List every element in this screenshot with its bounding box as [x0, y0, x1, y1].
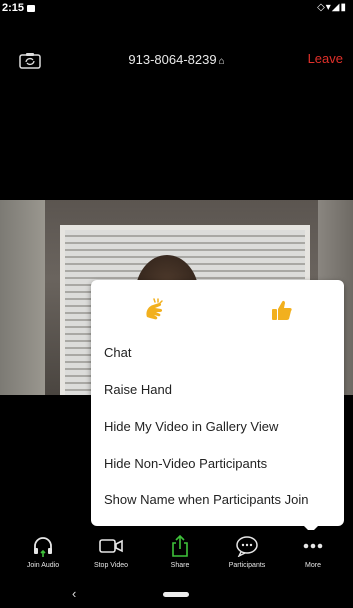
- join-audio-label: Join Audio: [26, 562, 60, 569]
- share-label: Share: [170, 562, 190, 569]
- notification-icon: [27, 5, 35, 12]
- meeting-top-bar: 913-8064-8239 ⌂ Leave: [0, 40, 353, 80]
- clap-reaction-button[interactable]: [138, 294, 172, 328]
- status-bar: 2:15 ◇▾◢▮: [0, 0, 353, 20]
- lock-icon: ⌂: [218, 56, 225, 67]
- participants-button[interactable]: Participants: [217, 534, 277, 578]
- menu-item-raise-hand[interactable]: Raise Hand: [104, 382, 172, 397]
- participants-label: Participants: [228, 562, 266, 569]
- menu-item-hide-my-video[interactable]: Hide My Video in Gallery View: [104, 419, 278, 434]
- more-menu: Chat Raise Hand Hide My Video in Gallery…: [91, 280, 344, 533]
- thumbs-up-reaction-button[interactable]: [265, 294, 299, 328]
- share-button[interactable]: Share: [150, 534, 210, 578]
- join-audio-button[interactable]: Join Audio: [13, 534, 73, 578]
- nav-back-button[interactable]: ‹: [72, 586, 76, 601]
- leave-button[interactable]: Leave: [308, 51, 343, 66]
- video-camera-icon: [99, 539, 123, 553]
- share-icon: [172, 534, 188, 557]
- menu-item-chat[interactable]: Chat: [104, 345, 131, 360]
- menu-item-show-names[interactable]: Show Name when Participants Join: [104, 492, 309, 507]
- meeting-toolbar: Join Audio Stop Video Share Participants…: [0, 530, 353, 582]
- android-nav-bar: ‹: [0, 582, 353, 608]
- switch-camera-icon[interactable]: [19, 52, 41, 69]
- clap-icon: [146, 298, 163, 320]
- more-button[interactable]: More: [283, 534, 343, 578]
- stop-video-button[interactable]: Stop Video: [81, 534, 141, 578]
- headphones-icon: [34, 537, 52, 557]
- more-icon: [303, 543, 323, 549]
- nav-home-pill[interactable]: [163, 592, 189, 597]
- status-time: 2:15: [2, 2, 25, 14]
- participants-icon: [236, 536, 258, 557]
- meeting-id-text: 913-8064-8239: [128, 52, 217, 67]
- meeting-id[interactable]: 913-8064-8239 ⌂: [0, 52, 353, 67]
- stop-video-label: Stop Video: [93, 562, 129, 569]
- menu-item-hide-non-video[interactable]: Hide Non-Video Participants: [104, 456, 267, 471]
- status-icons: ◇▾◢▮: [317, 2, 347, 13]
- more-label: More: [305, 562, 321, 569]
- thumbs-up-icon: [272, 300, 292, 320]
- video-wall-left: [0, 200, 45, 395]
